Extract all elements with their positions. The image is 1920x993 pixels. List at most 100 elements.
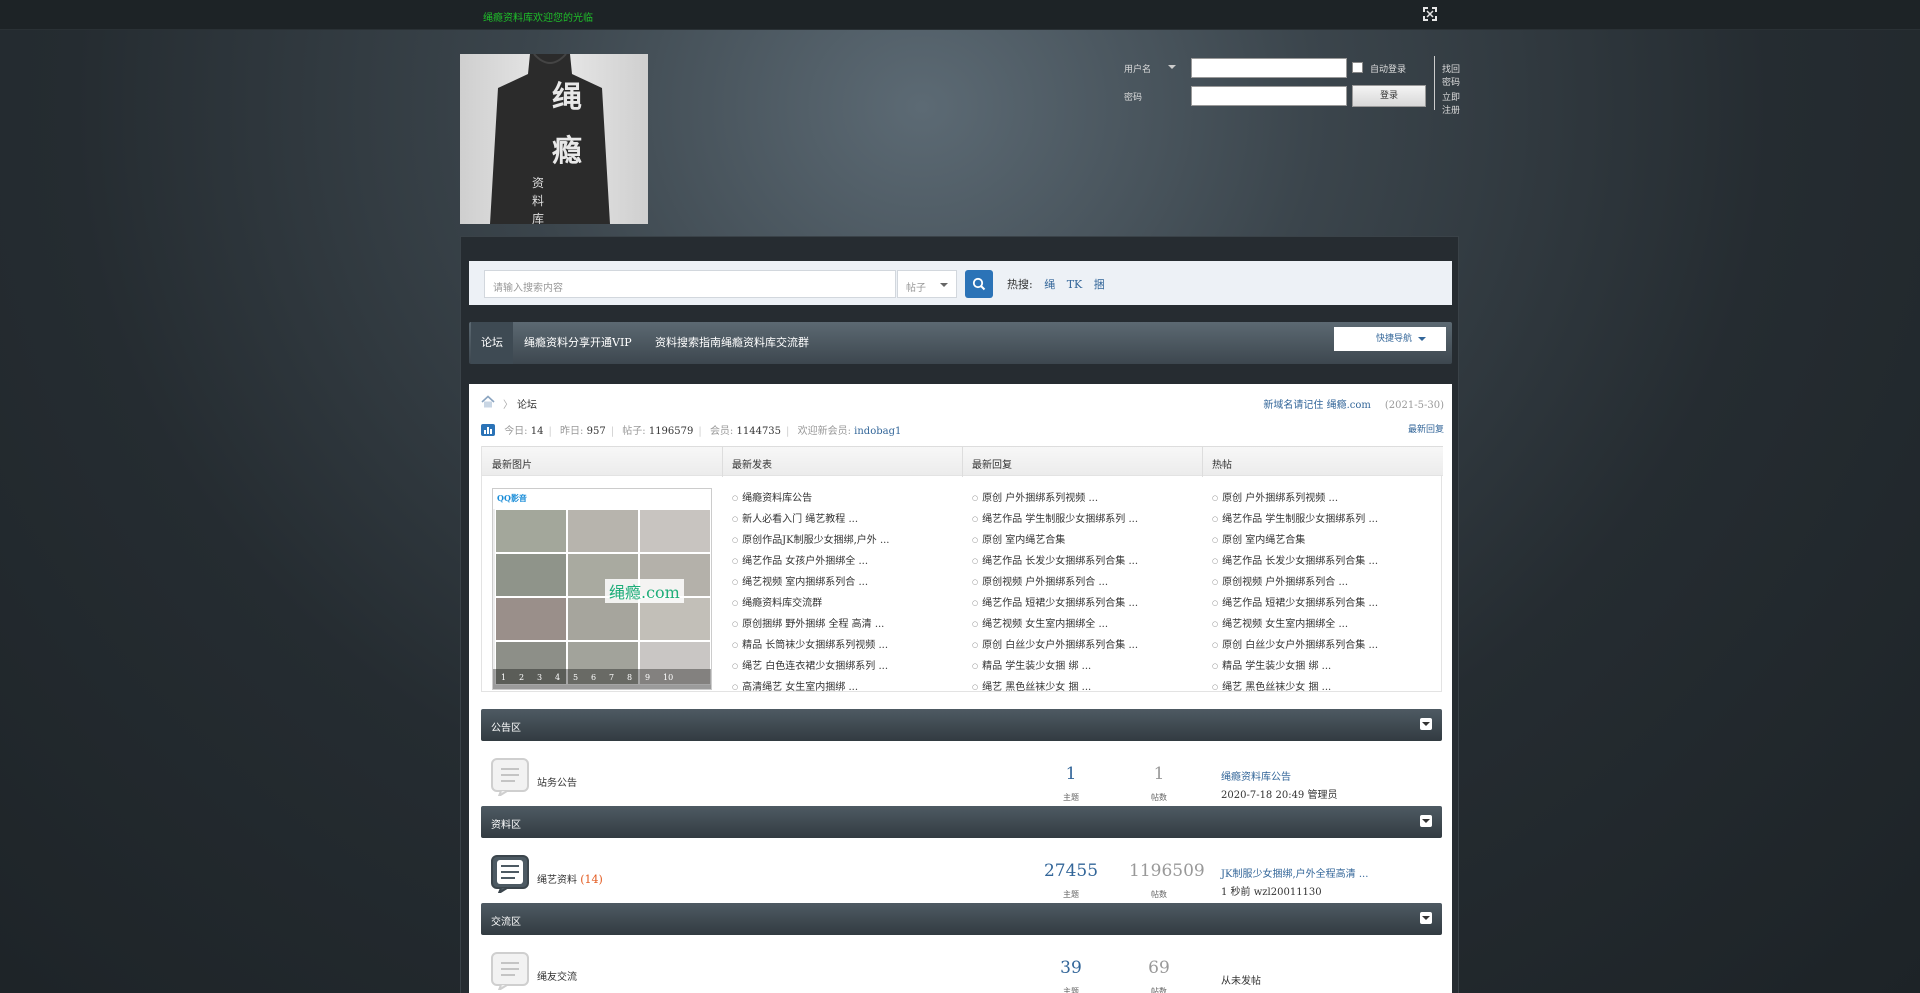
pager-item[interactable]: 7: [609, 673, 614, 682]
pager-item[interactable]: 5: [573, 673, 578, 682]
newest-member-link[interactable]: indobag1: [854, 426, 901, 437]
password-label: 密码: [1124, 93, 1143, 103]
list-item[interactable]: 绳艺视频 女生室内捆绑全 ...: [1212, 614, 1378, 635]
pager-item[interactable]: 4: [555, 673, 560, 682]
home-icon[interactable]: [481, 395, 495, 409]
grid-divider: [1202, 447, 1203, 477]
collapse-toggle-icon[interactable]: [1420, 912, 1432, 924]
list-item[interactable]: 高清绳艺 女生室内捆绑 ...: [732, 677, 889, 698]
password-input[interactable]: [1191, 86, 1347, 106]
forum-icon[interactable]: [491, 758, 529, 796]
search-button[interactable]: [965, 270, 993, 298]
search-input[interactable]: 请输入搜索内容: [484, 270, 896, 298]
list-item[interactable]: 绳艺作品 学生制服少女捆绑系列 ...: [972, 509, 1138, 530]
list-item[interactable]: 原创 白丝少女户外捆绑系列合集 ...: [1212, 635, 1378, 656]
pager-item[interactable]: 8: [627, 673, 632, 682]
nav-item-group[interactable]: 绳瘾资料库交流群: [721, 322, 809, 364]
collapse-toggle-icon[interactable]: [1420, 815, 1432, 827]
nav-item-vip[interactable]: 开通VIP: [590, 322, 632, 364]
forum-name[interactable]: 站务公告: [537, 774, 577, 789]
latest-replies-list: 原创 户外捆绑系列视频 ... 绳艺作品 学生制服少女捆绑系列 ... 原创 室…: [972, 488, 1138, 698]
list-item[interactable]: 绳艺作品 长发少女捆绑系列合集 ...: [1212, 551, 1378, 572]
list-item[interactable]: 原创 户外捆绑系列视频 ...: [1212, 488, 1378, 509]
last-post-link[interactable]: JK制服少女捆绑,户外全程高清 ...: [1221, 865, 1368, 880]
list-item[interactable]: 绳艺作品 女孩户外捆绑全 ...: [732, 551, 889, 572]
thumb-watermark: 绳瘾.com: [605, 579, 684, 603]
list-item[interactable]: 原创视频 户外捆绑系列合 ...: [1212, 572, 1378, 593]
thumb-brand: QQ影音: [497, 493, 527, 503]
forum-new-icon[interactable]: [491, 855, 529, 893]
nav-item-guide[interactable]: 资料搜索指南: [655, 322, 721, 364]
list-item[interactable]: 绳艺 黑色丝袜少女 捆 ...: [972, 677, 1138, 698]
announcement-text[interactable]: 新域名请记住 绳瘾.com: [1263, 400, 1370, 411]
pager-item[interactable]: 6: [591, 673, 596, 682]
list-item[interactable]: 绳艺作品 短裙少女捆绑系列合集 ...: [1212, 593, 1378, 614]
forum-name[interactable]: 绳艺资料 (14): [537, 871, 603, 886]
nav-item-forum[interactable]: 论坛: [471, 322, 513, 364]
list-item[interactable]: 原创 室内绳艺合集: [972, 530, 1138, 551]
login-button[interactable]: 登录: [1352, 85, 1426, 107]
section-title[interactable]: 资料区: [491, 816, 521, 831]
username-input[interactable]: [1191, 58, 1347, 78]
list-item[interactable]: 原创捆绑 野外捆绑 全程 高清 ...: [732, 614, 889, 635]
collapse-toggle-icon[interactable]: [1420, 718, 1432, 730]
list-item[interactable]: 绳艺 白色连衣裙少女捆绑系列 ...: [732, 656, 889, 677]
list-item[interactable]: 绳瘾资料库交流群: [732, 593, 889, 614]
list-item[interactable]: 原创 户外捆绑系列视频 ...: [972, 488, 1138, 509]
list-item[interactable]: 精品 学生装少女捆 绑 ...: [972, 656, 1138, 677]
list-item[interactable]: 原创作品JK制服少女捆绑,户外 ...: [732, 530, 889, 551]
forum-name[interactable]: 绳友交流: [537, 968, 577, 983]
pager-item[interactable]: 1: [501, 673, 506, 682]
list-item[interactable]: 绳艺作品 长发少女捆绑系列合集 ...: [972, 551, 1138, 572]
list-item[interactable]: 精品 长筒袜少女捆绑系列视频 ...: [732, 635, 889, 656]
list-item[interactable]: 绳艺作品 学生制服少女捆绑系列 ...: [1212, 509, 1378, 530]
pager-item[interactable]: 9: [645, 673, 650, 682]
latest-replies-link[interactable]: 最新回复: [1408, 422, 1444, 435]
list-item[interactable]: 原创 室内绳艺合集: [1212, 530, 1378, 551]
announcement[interactable]: 新域名请记住 绳瘾.com (2021-5-30): [1263, 396, 1444, 411]
site-logo[interactable]: 绳 瘾 资料库: [460, 54, 648, 224]
hot-search-link[interactable]: 绳: [1044, 278, 1055, 291]
stat-today: 14: [530, 426, 544, 437]
list-item[interactable]: 绳艺作品 短裙少女捆绑系列合集 ...: [972, 593, 1138, 614]
list-item[interactable]: 绳艺视频 女生室内捆绑全 ...: [972, 614, 1138, 635]
fullscreen-icon[interactable]: [1422, 6, 1438, 22]
stat-today-label: 今日:: [504, 426, 528, 437]
section-title[interactable]: 公告区: [491, 719, 521, 734]
forum-stats: 今日: 14 | 昨日: 957 | 帖子: 1196579 | 会员: 114473…: [481, 422, 901, 437]
forum-posts: 1: [1153, 764, 1165, 784]
pager-item[interactable]: 2: [519, 673, 524, 682]
forum-topics: 39: [1060, 958, 1082, 978]
list-item[interactable]: 精品 学生装少女捆 绑 ...: [1212, 656, 1378, 677]
quick-nav-button[interactable]: 快捷导航: [1334, 327, 1446, 351]
list-item[interactable]: 绳艺 黑色丝袜少女 捆 ...: [1212, 677, 1378, 698]
hot-search-link[interactable]: 捆: [1094, 278, 1105, 291]
latest-image-slider[interactable]: QQ影音 绳瘾.com 1 2 3 4 5 6 7 8 9 10: [492, 488, 712, 690]
list-item[interactable]: 新人必看入门 绳艺教程 ...: [732, 509, 889, 530]
remember-checkbox[interactable]: [1352, 62, 1363, 73]
forum-today-count: (14): [580, 873, 603, 886]
search-type-select[interactable]: 帖子: [897, 270, 957, 298]
register-link[interactable]: 立即注册: [1442, 90, 1460, 116]
grid-divider: [962, 447, 963, 477]
chevron-down-icon[interactable]: [1168, 65, 1176, 69]
last-post-link[interactable]: 绳瘾资料库公告: [1221, 768, 1291, 783]
nav-item-share[interactable]: 绳瘾资料分享: [524, 322, 590, 364]
section-title[interactable]: 交流区: [491, 913, 521, 928]
hot-search-link[interactable]: TK: [1067, 278, 1083, 291]
forum-topics-label: 主题: [1063, 793, 1079, 802]
pager-item[interactable]: 3: [537, 673, 542, 682]
thumb-frame: [495, 509, 567, 553]
pager-item[interactable]: 10: [663, 673, 673, 682]
list-item[interactable]: 原创视频 户外捆绑系列合 ...: [972, 572, 1138, 593]
forgot-password-link[interactable]: 找回密码: [1442, 62, 1460, 88]
list-item[interactable]: 绳瘾资料库公告: [732, 488, 889, 509]
forum-icon[interactable]: [491, 952, 529, 990]
list-item[interactable]: 绳艺视频 室内捆绑系列合 ...: [732, 572, 889, 593]
breadcrumb-current[interactable]: 论坛: [517, 396, 537, 411]
grid-header: 最新图片 最新发表 最新回复 热帖: [482, 446, 1443, 477]
thumb-frame: [567, 597, 639, 641]
list-item[interactable]: 原创 白丝少女户外捆绑系列合集 ...: [972, 635, 1138, 656]
thumb-frame: [495, 553, 567, 597]
latest-posts-list: 绳瘾资料库公告 新人必看入门 绳艺教程 ... 原创作品JK制服少女捆绑,户外 …: [732, 488, 889, 698]
